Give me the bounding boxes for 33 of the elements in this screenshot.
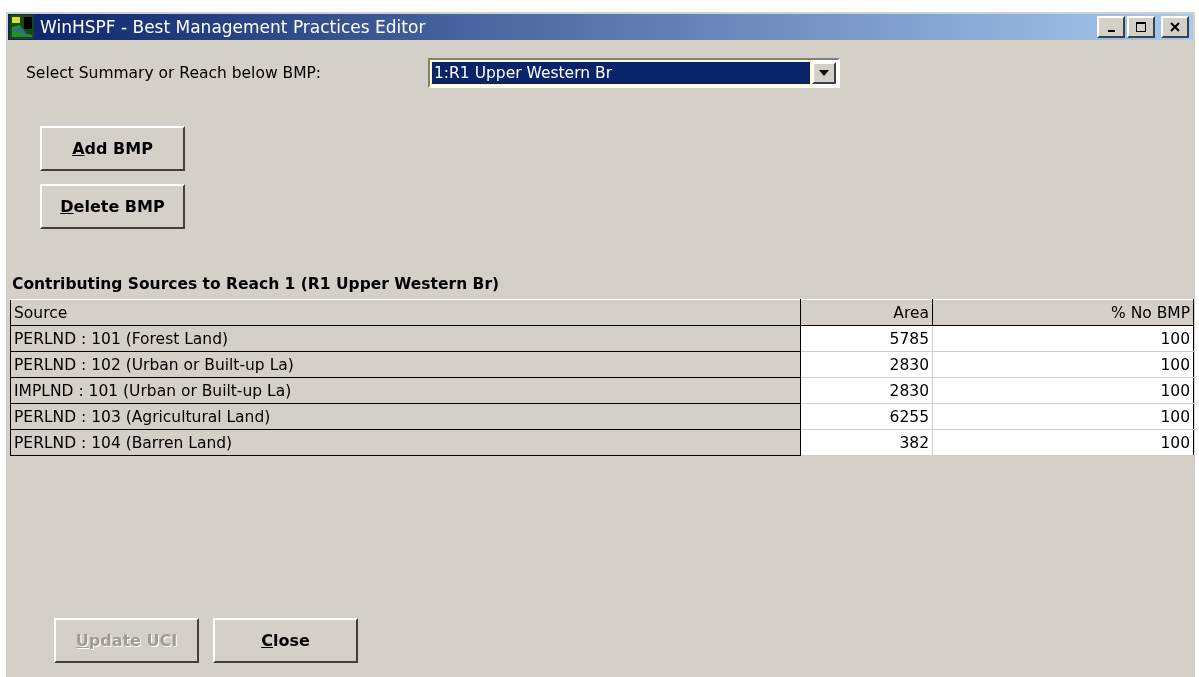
table-cell: IMPLND : 101 (Urban or Built-up La) — [10, 377, 801, 404]
minimize-button[interactable] — [1097, 16, 1125, 38]
column-header: % No BMP — [932, 299, 1194, 326]
table-cell: 5785 — [800, 325, 933, 352]
table-cell: 2830 — [800, 377, 933, 404]
table-cell: PERLND : 104 (Barren Land) — [10, 429, 801, 456]
table-cell: 100 — [932, 351, 1194, 378]
close-button[interactable] — [1161, 16, 1189, 38]
table-cell: 100 — [932, 403, 1194, 430]
table-cell: 100 — [932, 429, 1194, 456]
maximize-icon — [1135, 21, 1147, 33]
table-cell: PERLND : 101 (Forest Land) — [10, 325, 801, 352]
app-icon — [10, 15, 34, 39]
table-cell: 100 — [932, 377, 1194, 404]
column-header: Area — [800, 299, 933, 326]
delete-bmp-button[interactable]: Delete BMP — [40, 184, 185, 229]
table-cell: 2830 — [800, 351, 933, 378]
window-title: WinHSPF - Best Management Practices Editor — [40, 17, 426, 37]
add-bmp-button[interactable]: Add BMP — [40, 126, 185, 171]
minimize-icon — [1107, 30, 1115, 32]
table-caption: Contributing Sources to Reach 1 (R1 Upper Western Br) — [11, 275, 501, 293]
table-cell: PERLND : 102 (Urban or Built-up La) — [10, 351, 801, 378]
table-cell: 6255 — [800, 403, 933, 430]
selector-label: Select Summary or Reach below BMP: — [26, 64, 323, 82]
reach-dropdown[interactable]: 1:R1 Upper Western Br — [428, 58, 840, 88]
table-cell: 100 — [932, 325, 1194, 352]
close-icon — [1169, 21, 1181, 33]
caret-icon — [819, 70, 829, 76]
table-cell: PERLND : 103 (Agricultural Land) — [10, 403, 801, 430]
maximize-button[interactable] — [1127, 16, 1155, 38]
column-header: Source — [10, 299, 801, 326]
close-dialog-button[interactable]: Close — [213, 618, 358, 663]
table-cell: 382 — [800, 429, 933, 456]
